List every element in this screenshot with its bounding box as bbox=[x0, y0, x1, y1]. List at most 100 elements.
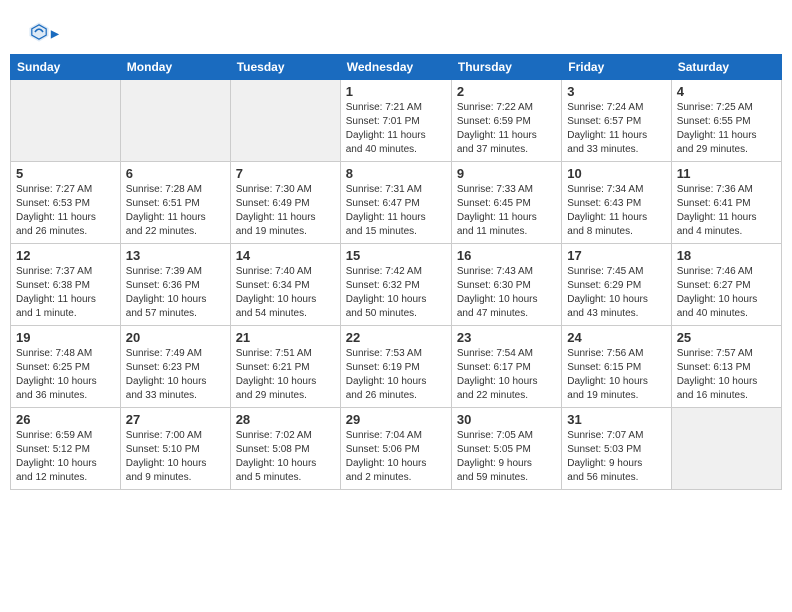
header-friday: Friday bbox=[562, 55, 671, 80]
calendar-week-row: 1 Sunrise: 7:21 AM Sunset: 7:01 PM Daylig… bbox=[11, 80, 782, 162]
day-info: Sunrise: 7:54 AM Sunset: 6:17 PM Dayligh… bbox=[457, 347, 556, 403]
calendar-cell: 23 Sunrise: 7:54 AM Sunset: 6:17 PM Dayli… bbox=[451, 326, 561, 408]
calendar-cell bbox=[120, 80, 230, 162]
day-number: 5 bbox=[16, 166, 115, 181]
day-info: Sunrise: 7:56 AM Sunset: 6:15 PM Dayligh… bbox=[567, 347, 665, 403]
day-number: 29 bbox=[346, 412, 446, 427]
day-info: Sunrise: 7:51 AM Sunset: 6:21 PM Dayligh… bbox=[236, 347, 335, 403]
calendar-cell: 1 Sunrise: 7:21 AM Sunset: 7:01 PM Daylig… bbox=[340, 80, 451, 162]
day-number: 20 bbox=[126, 330, 225, 345]
calendar-cell: 30Sunrise: 7:05 AM Sunset: 5:05 PM Dayli… bbox=[451, 408, 561, 490]
day-info: Sunrise: 7:37 AM Sunset: 6:38 PM Dayligh… bbox=[16, 265, 115, 321]
day-info: Sunrise: 7:30 AM Sunset: 6:49 PM Dayligh… bbox=[236, 183, 335, 239]
calendar-cell: 19 Sunrise: 7:48 AM Sunset: 6:25 PM Dayli… bbox=[11, 326, 121, 408]
calendar-cell: 2 Sunrise: 7:22 AM Sunset: 6:59 PM Daylig… bbox=[451, 80, 561, 162]
day-info: Sunrise: 7:34 AM Sunset: 6:43 PM Dayligh… bbox=[567, 183, 665, 239]
day-number: 28 bbox=[236, 412, 335, 427]
day-number: 2 bbox=[457, 84, 556, 99]
day-info: Sunrise: 6:59 AM Sunset: 5:12 PM Dayligh… bbox=[16, 429, 115, 485]
day-number: 24 bbox=[567, 330, 665, 345]
logo: ▶ bbox=[25, 20, 59, 44]
day-number: 18 bbox=[677, 248, 776, 263]
header-monday: Monday bbox=[120, 55, 230, 80]
day-info: Sunrise: 7:05 AM Sunset: 5:05 PM Dayligh… bbox=[457, 429, 556, 485]
day-number: 21 bbox=[236, 330, 335, 345]
calendar-week-row: 26 Sunrise: 6:59 AM Sunset: 5:12 PM Dayli… bbox=[11, 408, 782, 490]
day-number: 16 bbox=[457, 248, 556, 263]
day-number: 8 bbox=[346, 166, 446, 181]
calendar-cell: 4Sunrise: 7:25 AM Sunset: 6:55 PM Daylig… bbox=[671, 80, 781, 162]
calendar-week-row: 5 Sunrise: 7:27 AM Sunset: 6:53 PM Daylig… bbox=[11, 162, 782, 244]
logo-icon bbox=[27, 20, 51, 44]
day-number: 11 bbox=[677, 166, 776, 181]
weekday-header-row: Sunday Monday Tuesday Wednesday Thursday… bbox=[11, 55, 782, 80]
day-number: 6 bbox=[126, 166, 225, 181]
day-info: Sunrise: 7:49 AM Sunset: 6:23 PM Dayligh… bbox=[126, 347, 225, 403]
calendar-cell: 5 Sunrise: 7:27 AM Sunset: 6:53 PM Daylig… bbox=[11, 162, 121, 244]
calendar-cell: 6 Sunrise: 7:28 AM Sunset: 6:51 PM Daylig… bbox=[120, 162, 230, 244]
calendar-cell: 11 Sunrise: 7:36 AM Sunset: 6:41 PM Dayli… bbox=[671, 162, 781, 244]
header-thursday: Thursday bbox=[451, 55, 561, 80]
calendar-week-row: 19 Sunrise: 7:48 AM Sunset: 6:25 PM Dayli… bbox=[11, 326, 782, 408]
calendar-cell: 24 Sunrise: 7:56 AM Sunset: 6:15 PM Dayli… bbox=[562, 326, 671, 408]
day-info: Sunrise: 7:00 AM Sunset: 5:10 PM Dayligh… bbox=[126, 429, 225, 485]
day-number: 9 bbox=[457, 166, 556, 181]
calendar-week-row: 12Sunrise: 7:37 AM Sunset: 6:38 PM Dayli… bbox=[11, 244, 782, 326]
calendar-cell: 10Sunrise: 7:34 AM Sunset: 6:43 PM Dayli… bbox=[562, 162, 671, 244]
calendar-cell: 27 Sunrise: 7:00 AM Sunset: 5:10 PM Dayli… bbox=[120, 408, 230, 490]
day-info: Sunrise: 7:07 AM Sunset: 5:03 PM Dayligh… bbox=[567, 429, 665, 485]
day-number: 17 bbox=[567, 248, 665, 263]
day-info: Sunrise: 7:31 AM Sunset: 6:47 PM Dayligh… bbox=[346, 183, 446, 239]
header-sunday: Sunday bbox=[11, 55, 121, 80]
day-number: 15 bbox=[346, 248, 446, 263]
day-info: Sunrise: 7:39 AM Sunset: 6:36 PM Dayligh… bbox=[126, 265, 225, 321]
calendar-cell: 15Sunrise: 7:42 AM Sunset: 6:32 PM Dayli… bbox=[340, 244, 451, 326]
day-number: 26 bbox=[16, 412, 115, 427]
day-number: 31 bbox=[567, 412, 665, 427]
day-info: Sunrise: 7:04 AM Sunset: 5:06 PM Dayligh… bbox=[346, 429, 446, 485]
calendar-cell: 14 Sunrise: 7:40 AM Sunset: 6:34 PM Dayli… bbox=[230, 244, 340, 326]
day-info: Sunrise: 7:27 AM Sunset: 6:53 PM Dayligh… bbox=[16, 183, 115, 239]
calendar-cell: 18 Sunrise: 7:46 AM Sunset: 6:27 PM Dayli… bbox=[671, 244, 781, 326]
calendar-cell: 7 Sunrise: 7:30 AM Sunset: 6:49 PM Daylig… bbox=[230, 162, 340, 244]
calendar-cell bbox=[11, 80, 121, 162]
day-info: Sunrise: 7:22 AM Sunset: 6:59 PM Dayligh… bbox=[457, 101, 556, 157]
day-info: Sunrise: 7:36 AM Sunset: 6:41 PM Dayligh… bbox=[677, 183, 776, 239]
calendar-cell: 17 Sunrise: 7:45 AM Sunset: 6:29 PM Dayli… bbox=[562, 244, 671, 326]
day-number: 14 bbox=[236, 248, 335, 263]
header-wednesday: Wednesday bbox=[340, 55, 451, 80]
calendar-cell: 3Sunrise: 7:24 AM Sunset: 6:57 PM Daylig… bbox=[562, 80, 671, 162]
calendar-cell: 28Sunrise: 7:02 AM Sunset: 5:08 PM Dayli… bbox=[230, 408, 340, 490]
day-info: Sunrise: 7:43 AM Sunset: 6:30 PM Dayligh… bbox=[457, 265, 556, 321]
page-header: ▶ bbox=[10, 10, 782, 49]
day-info: Sunrise: 7:33 AM Sunset: 6:45 PM Dayligh… bbox=[457, 183, 556, 239]
day-number: 7 bbox=[236, 166, 335, 181]
day-number: 27 bbox=[126, 412, 225, 427]
day-info: Sunrise: 7:46 AM Sunset: 6:27 PM Dayligh… bbox=[677, 265, 776, 321]
day-number: 1 bbox=[346, 84, 446, 99]
day-number: 23 bbox=[457, 330, 556, 345]
calendar-cell: 21 Sunrise: 7:51 AM Sunset: 6:21 PM Dayli… bbox=[230, 326, 340, 408]
day-number: 19 bbox=[16, 330, 115, 345]
calendar-cell bbox=[671, 408, 781, 490]
calendar-cell: 8 Sunrise: 7:31 AM Sunset: 6:47 PM Daylig… bbox=[340, 162, 451, 244]
day-info: Sunrise: 7:45 AM Sunset: 6:29 PM Dayligh… bbox=[567, 265, 665, 321]
calendar-cell: 31 Sunrise: 7:07 AM Sunset: 5:03 PM Dayli… bbox=[562, 408, 671, 490]
calendar-table: Sunday Monday Tuesday Wednesday Thursday… bbox=[10, 54, 782, 490]
calendar-cell: 13 Sunrise: 7:39 AM Sunset: 6:36 PM Dayli… bbox=[120, 244, 230, 326]
header-saturday: Saturday bbox=[671, 55, 781, 80]
calendar-cell: 9 Sunrise: 7:33 AM Sunset: 6:45 PM Daylig… bbox=[451, 162, 561, 244]
day-info: Sunrise: 7:21 AM Sunset: 7:01 PM Dayligh… bbox=[346, 101, 446, 157]
day-info: Sunrise: 7:53 AM Sunset: 6:19 PM Dayligh… bbox=[346, 347, 446, 403]
day-info: Sunrise: 7:48 AM Sunset: 6:25 PM Dayligh… bbox=[16, 347, 115, 403]
day-info: Sunrise: 7:25 AM Sunset: 6:55 PM Dayligh… bbox=[677, 101, 776, 157]
day-number: 13 bbox=[126, 248, 225, 263]
day-info: Sunrise: 7:28 AM Sunset: 6:51 PM Dayligh… bbox=[126, 183, 225, 239]
day-number: 25 bbox=[677, 330, 776, 345]
calendar-cell: 20 Sunrise: 7:49 AM Sunset: 6:23 PM Dayli… bbox=[120, 326, 230, 408]
calendar-cell: 12Sunrise: 7:37 AM Sunset: 6:38 PM Dayli… bbox=[11, 244, 121, 326]
day-info: Sunrise: 7:40 AM Sunset: 6:34 PM Dayligh… bbox=[236, 265, 335, 321]
calendar-cell: 25 Sunrise: 7:57 AM Sunset: 6:13 PM Dayli… bbox=[671, 326, 781, 408]
calendar-cell bbox=[230, 80, 340, 162]
day-info: Sunrise: 7:57 AM Sunset: 6:13 PM Dayligh… bbox=[677, 347, 776, 403]
